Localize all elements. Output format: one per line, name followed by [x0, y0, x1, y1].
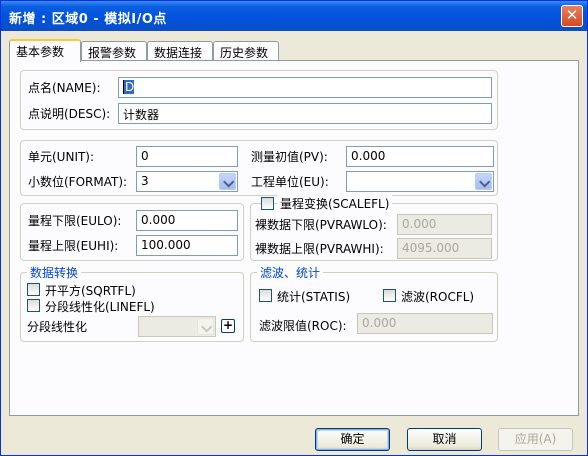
pv-label: 测量初值(PV): [251, 150, 328, 164]
statis-label: 统计(STATIS) [277, 290, 351, 304]
convert-group-title: 数据转换 [27, 264, 82, 281]
scalefl-label: 量程变换(SCALEFL) [277, 195, 393, 212]
pvrawlo-label: 裸数据下限(PVRAWLO): [255, 218, 387, 232]
sqrtfl-label: 开平方(SQRTFL) [45, 284, 136, 298]
unit-label: 单元(UNIT): [28, 150, 95, 164]
name-input[interactable]: D [118, 77, 492, 98]
close-button[interactable]: ✕ [561, 5, 583, 27]
euhi-input[interactable]: 100.000 [136, 235, 238, 256]
name-group: 点名(NAME): D 点说明(DESC): 计数器 [20, 70, 498, 130]
title-bar[interactable]: 新增 : 区域0 - 模拟I/O点 ✕ [1, 1, 587, 31]
unit-group: 单元(UNIT): 0 小数位(FORMAT): 3 测量初值(PV): 0.0… [20, 140, 498, 196]
tab-history[interactable]: 历史参数 [213, 41, 279, 61]
pvrawlo-input[interactable]: 0.000 [397, 214, 492, 235]
filter-group-title: 滤波、统计 [257, 264, 324, 281]
tab-alarm[interactable]: 报警参数 [81, 41, 147, 61]
add-segment-button[interactable]: + [221, 319, 235, 333]
eu-label: 工程单位(EU): [251, 175, 329, 189]
pvrawhi-input[interactable]: 4095.000 [397, 238, 492, 259]
segment-select[interactable] [138, 316, 216, 337]
apply-button[interactable]: 应用(A) [498, 428, 573, 451]
roc-input[interactable]: 0.000 [357, 313, 493, 334]
unit-input[interactable]: 0 [136, 146, 238, 167]
statis-checkbox[interactable] [259, 289, 272, 302]
eulo-input[interactable]: 0.000 [136, 210, 238, 231]
roc-label: 滤波限值(ROC): [259, 319, 347, 333]
pv-input[interactable]: 0.000 [346, 146, 494, 167]
chevron-down-icon[interactable] [197, 318, 214, 335]
chevron-down-icon[interactable] [475, 173, 492, 190]
desc-label: 点说明(DESC): [28, 107, 111, 121]
name-label: 点名(NAME): [28, 81, 101, 95]
sqrtfl-checkbox[interactable] [27, 283, 40, 296]
tab-page-basic: 点名(NAME): D 点说明(DESC): 计数器 单元(UNIT): 0 小… [9, 60, 579, 416]
ok-button[interactable]: 确定 [315, 428, 390, 451]
format-select[interactable]: 3 [136, 171, 238, 192]
linefl-checkbox[interactable] [27, 299, 40, 312]
eulo-label: 量程下限(EULO): [28, 214, 122, 228]
linefl-label: 分段线性化(LINEFL) [45, 300, 155, 314]
format-label: 小数位(FORMAT): [28, 175, 128, 189]
pvrawhi-label: 裸数据上限(PVRAWHI): [255, 242, 384, 256]
convert-group: 数据转换 开平方(SQRTFL) 分段线性化(LINEFL) 分段线性化 + [20, 264, 244, 342]
tab-basic[interactable]: 基本参数 [9, 39, 81, 62]
segment-label: 分段线性化 [27, 320, 88, 334]
rocfl-label: 滤波(ROCFL) [401, 290, 475, 304]
eu-select[interactable] [346, 171, 494, 192]
range-group: 量程下限(EULO): 0.000 量程上限(EUHI): 100.000 [20, 203, 244, 261]
close-icon: ✕ [565, 6, 579, 24]
format-value: 3 [141, 174, 149, 188]
scalefl-checkbox[interactable] [261, 197, 274, 210]
dialog-window: 新增 : 区域0 - 模拟I/O点 ✕ 基本参数 报警参数 数据连接 历史参数 … [0, 0, 588, 456]
chevron-down-icon[interactable] [219, 173, 236, 190]
tab-data-link[interactable]: 数据连接 [147, 41, 213, 61]
filter-group: 滤波、统计 统计(STATIS) 滤波(ROCFL) 滤波限值(ROC): 0.… [250, 264, 498, 342]
rocfl-checkbox[interactable] [383, 289, 396, 302]
cancel-button[interactable]: 取消 [407, 428, 482, 451]
euhi-label: 量程上限(EUHI): [28, 239, 119, 253]
scale-group: 量程变换(SCALEFL) 裸数据下限(PVRAWLO): 0.000 裸数据上… [250, 195, 498, 261]
window-title: 新增 : 区域0 - 模拟I/O点 [9, 12, 167, 27]
desc-input[interactable]: 计数器 [118, 103, 492, 124]
